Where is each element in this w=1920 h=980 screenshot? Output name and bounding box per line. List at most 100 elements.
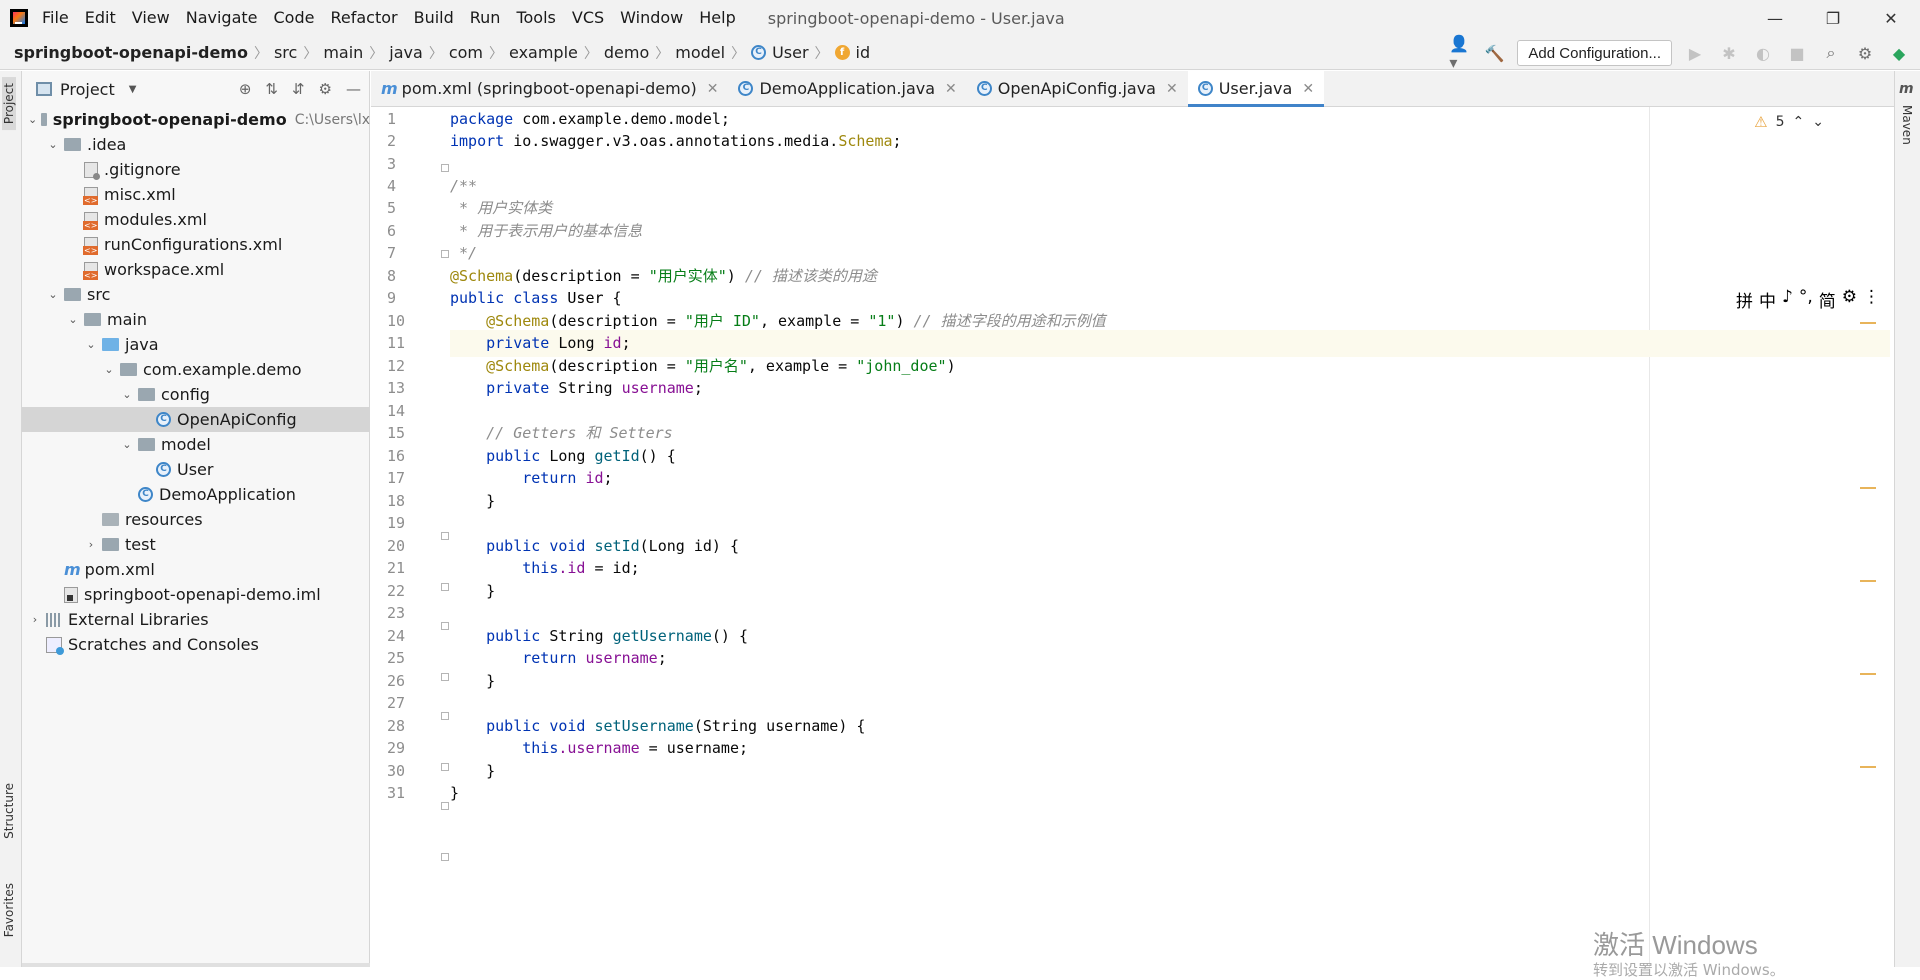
tree-item-external-libraries[interactable]: › External Libraries [22, 607, 370, 632]
chevron-down-icon[interactable]: ⌄ [102, 363, 116, 376]
tree-item-scratches[interactable]: Scratches and Consoles [22, 632, 370, 657]
inspection-widget[interactable]: ⚠ 5 ⌃ ⌄ [1754, 113, 1824, 131]
close-icon[interactable]: ✕ [1302, 81, 1314, 97]
menu-edit[interactable]: Edit [77, 0, 124, 36]
fold-icon[interactable] [441, 712, 449, 720]
ime-chinese[interactable]: 中 [1759, 287, 1776, 312]
close-icon[interactable]: ✕ [707, 81, 719, 97]
ime-more-icon[interactable]: ⋮ [1863, 287, 1880, 312]
fold-icon[interactable] [441, 763, 449, 771]
tab-demoapplication[interactable]: C DemoApplication.java ✕ [728, 71, 966, 106]
breadcrumb-com[interactable]: com [449, 43, 483, 62]
chevron-down-icon[interactable]: ⌄ [120, 438, 134, 451]
tree-item-workspace[interactable]: workspace.xml [22, 257, 370, 282]
breadcrumb-demo[interactable]: demo [604, 43, 649, 62]
menu-build[interactable]: Build [406, 0, 462, 36]
tree-item-package[interactable]: ⌄ com.example.demo [22, 357, 370, 382]
jetbrains-toolbox-icon[interactable]: ◆ [1888, 42, 1910, 64]
chevron-up-icon[interactable]: ⌃ [1793, 114, 1805, 130]
tree-item-resources[interactable]: resources [22, 507, 370, 532]
tree-item-test[interactable]: › test [22, 532, 370, 557]
coverage-icon[interactable]: ◐ [1752, 42, 1774, 64]
tool-tab-maven[interactable]: Maven [1900, 105, 1914, 145]
fold-icon[interactable] [441, 583, 449, 591]
fold-icon[interactable] [441, 250, 449, 258]
menu-refactor[interactable]: Refactor [322, 0, 405, 36]
locate-icon[interactable]: ⊕ [239, 80, 252, 98]
fold-icon[interactable] [441, 673, 449, 681]
tree-item-user[interactable]: C User [22, 457, 370, 482]
build-hammer-icon[interactable]: 🔨 [1483, 42, 1505, 64]
tool-tab-favorites[interactable]: Favorites [2, 883, 16, 937]
chevron-right-icon[interactable]: › [28, 613, 42, 626]
menu-vcs[interactable]: VCS [564, 0, 612, 36]
tree-item-demoapplication[interactable]: C DemoApplication [22, 482, 370, 507]
ime-punct[interactable]: °, [1799, 287, 1813, 312]
warning-mark[interactable] [1860, 580, 1876, 582]
breadcrumb-class[interactable]: User [772, 43, 808, 62]
stop-icon[interactable]: ■ [1786, 42, 1808, 64]
expand-all-icon[interactable]: ⇅ [265, 80, 278, 98]
fold-icon[interactable] [441, 532, 449, 540]
tree-item-src[interactable]: ⌄ src [22, 282, 370, 307]
warning-mark[interactable] [1860, 487, 1876, 489]
code-area[interactable]: package com.example.demo.model; import i… [450, 107, 1894, 967]
add-configuration-button[interactable]: Add Configuration... [1517, 40, 1672, 66]
chevron-down-icon[interactable]: ⌄ [46, 288, 60, 301]
minimize-icon[interactable]: — [1746, 0, 1804, 36]
chevron-down-icon[interactable]: ⌄ [28, 113, 37, 126]
tree-item-runconfigurations[interactable]: runConfigurations.xml [22, 232, 370, 257]
breadcrumb-java[interactable]: java [389, 43, 423, 62]
tree-item-pom[interactable]: m pom.xml [22, 557, 370, 582]
fold-icon[interactable] [441, 164, 449, 172]
project-horizontal-scrollbar[interactable] [22, 963, 370, 967]
close-icon[interactable]: ✕ [1862, 0, 1920, 36]
collapse-all-icon[interactable]: ⇵ [292, 80, 305, 98]
breadcrumb-model[interactable]: model [675, 43, 725, 62]
chevron-down-icon[interactable]: ⌄ [66, 313, 80, 326]
breadcrumb-example[interactable]: example [509, 43, 578, 62]
tree-item-model[interactable]: ⌄ model [22, 432, 370, 457]
menu-file[interactable]: File [38, 0, 77, 36]
hide-icon[interactable]: — [346, 80, 361, 98]
tool-tab-structure[interactable]: Structure [2, 783, 16, 839]
tree-item-gitignore[interactable]: .gitignore [22, 157, 370, 182]
chevron-down-icon[interactable]: ⌄ [120, 388, 134, 401]
chevron-down-icon[interactable]: ▼ [129, 84, 137, 95]
warning-mark[interactable] [1860, 673, 1876, 675]
breadcrumb-src[interactable]: src [274, 43, 297, 62]
menu-help[interactable]: Help [691, 0, 743, 36]
close-icon[interactable]: ✕ [945, 81, 957, 97]
tree-item-root[interactable]: ⌄ springboot-openapi-demo C:\Users\lx [22, 107, 370, 132]
fold-icon[interactable] [441, 802, 449, 810]
restore-icon[interactable]: ❐ [1804, 0, 1862, 36]
ime-simplified[interactable]: 简 [1819, 287, 1836, 312]
menu-run[interactable]: Run [462, 0, 509, 36]
breadcrumb-field[interactable]: id [856, 43, 871, 62]
run-icon[interactable]: ▶ [1684, 42, 1706, 64]
menu-tools[interactable]: Tools [508, 0, 563, 36]
breadcrumb-main[interactable]: main [323, 43, 363, 62]
tree-item-java[interactable]: ⌄ java [22, 332, 370, 357]
settings-gear-icon[interactable]: ⚙ [1854, 42, 1876, 64]
search-icon[interactable]: ⌕ [1820, 42, 1842, 64]
tab-openapiconfig[interactable]: C OpenApiConfig.java ✕ [967, 71, 1188, 106]
warning-mark[interactable] [1860, 322, 1876, 324]
chevron-down-icon[interactable]: ⌄ [84, 338, 98, 351]
tool-tab-project[interactable]: Project [2, 77, 16, 130]
menu-window[interactable]: Window [612, 0, 691, 36]
maven-icon[interactable]: m [1899, 81, 1914, 97]
warning-mark[interactable] [1860, 766, 1876, 768]
chevron-down-icon[interactable]: ⌄ [46, 138, 60, 151]
tab-pom-xml[interactable]: m pom.xml (springboot-openapi-demo) ✕ [371, 71, 728, 106]
breadcrumb-root[interactable]: springboot-openapi-demo [14, 43, 248, 62]
tree-item-misc[interactable]: misc.xml [22, 182, 370, 207]
menu-view[interactable]: View [124, 0, 178, 36]
tree-item-openapiconfig[interactable]: C OpenApiConfig [22, 407, 370, 432]
chevron-right-icon[interactable]: › [84, 538, 98, 551]
chevron-down-icon[interactable]: ⌄ [1812, 114, 1824, 130]
tree-item-main[interactable]: ⌄ main [22, 307, 370, 332]
ime-pinyin[interactable]: 拼 [1736, 287, 1753, 312]
error-stripe[interactable] [1860, 107, 1876, 967]
menu-navigate[interactable]: Navigate [178, 0, 266, 36]
